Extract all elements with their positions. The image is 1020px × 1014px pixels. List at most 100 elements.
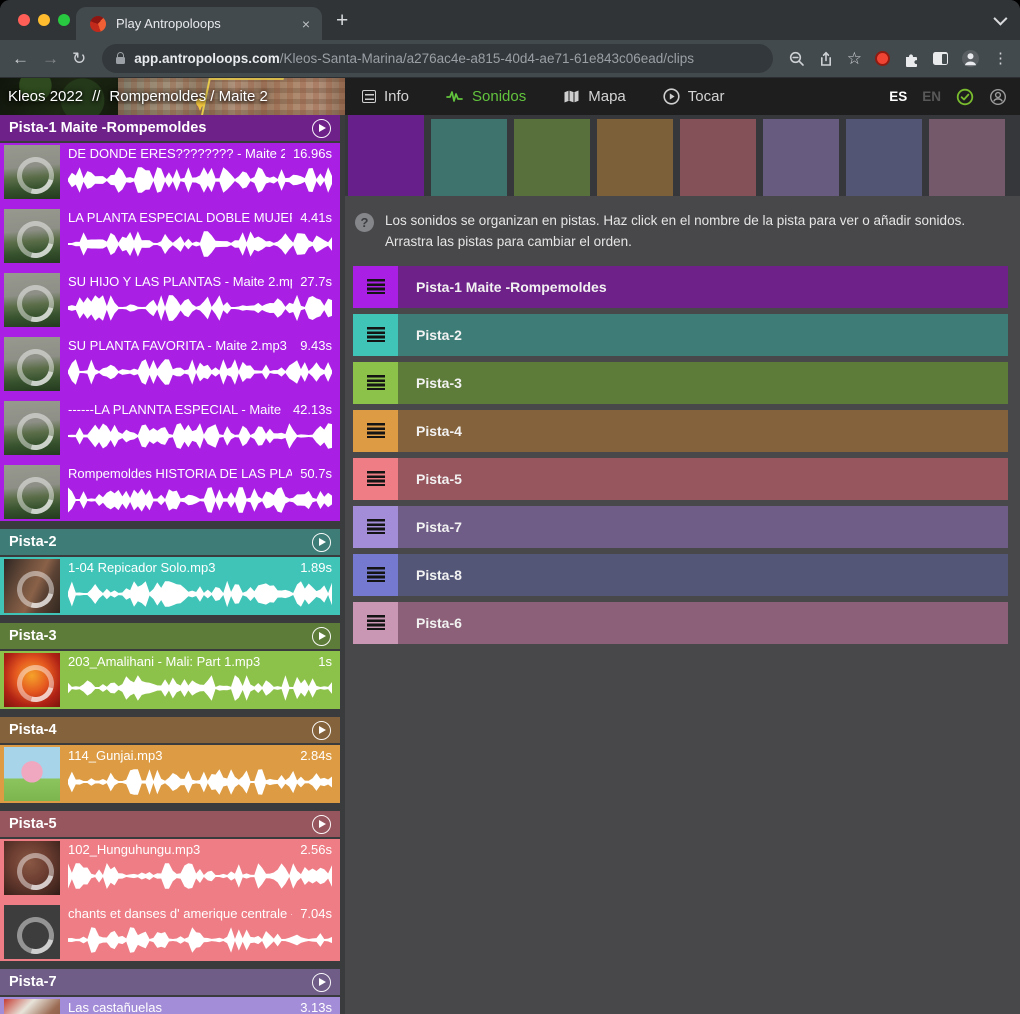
nav-mapa[interactable]: Mapa — [563, 88, 626, 105]
track-play-button[interactable] — [312, 973, 331, 992]
clip-row[interactable]: 102_Hunguhungu.mp3 2.56s — [0, 841, 340, 895]
tab-close-icon[interactable]: × — [300, 15, 312, 33]
track-row[interactable]: Pista-4 — [353, 410, 1008, 452]
clip-row[interactable]: SU HIJO Y LAS PLANTAS - Maite 2.mp3 27.7… — [0, 273, 340, 327]
zoom-out-icon[interactable] — [789, 51, 805, 67]
minimize-window-button[interactable] — [38, 14, 50, 26]
lang-en-button[interactable]: EN — [922, 89, 941, 104]
maximize-window-button[interactable] — [58, 14, 70, 26]
drag-handle[interactable] — [353, 554, 398, 596]
drag-handle[interactable] — [353, 458, 398, 500]
clip-title-row: SU PLANTA FAVORITA - Maite 2.mp3 9.43s — [68, 338, 332, 353]
drag-handle[interactable] — [353, 506, 398, 548]
track-play-button[interactable] — [312, 119, 331, 138]
track-bar[interactable]: Pista-4 — [398, 410, 1008, 452]
waveform — [68, 165, 332, 195]
drag-handle[interactable] — [353, 410, 398, 452]
clip-duration: 42.13s — [293, 402, 332, 417]
track-bar[interactable]: Pista-6 — [398, 602, 1008, 644]
track-bar[interactable]: Pista-1 Maite -Rompemoldes — [398, 266, 1008, 308]
clip-row[interactable]: 203_Amalihani - Mali: Part 1.mp3 1s — [0, 653, 340, 707]
track-row[interactable]: Pista-6 — [353, 602, 1008, 644]
record-indicator-icon[interactable] — [875, 51, 890, 66]
track-play-button[interactable] — [312, 533, 331, 552]
track-color-swatch[interactable] — [680, 119, 756, 196]
clip-row[interactable]: SU PLANTA FAVORITA - Maite 2.mp3 9.43s — [0, 337, 340, 391]
track-color-swatch[interactable] — [846, 119, 922, 196]
url-bar[interactable]: app.antropoloops.com/Kleos-Santa-Marina/… — [102, 44, 773, 73]
clip-title-row: 114_Gunjai.mp3 2.84s — [68, 748, 332, 763]
account-icon[interactable] — [989, 88, 1007, 106]
track-row[interactable]: Pista-7 — [353, 506, 1008, 548]
drag-handle[interactable] — [353, 266, 398, 308]
reload-button[interactable]: ↻ — [72, 50, 86, 67]
track-row[interactable]: Pista-8 — [353, 554, 1008, 596]
nav-sonidos[interactable]: Sonidos — [446, 88, 526, 105]
close-window-button[interactable] — [18, 14, 30, 26]
track-color-swatch[interactable] — [763, 119, 839, 196]
waveform — [68, 579, 332, 609]
track-play-button[interactable] — [312, 627, 331, 646]
track-bar[interactable]: Pista-5 — [398, 458, 1008, 500]
track-row[interactable]: Pista-2 — [353, 314, 1008, 356]
track-color-swatch[interactable] — [431, 119, 507, 196]
track-play-button[interactable] — [312, 815, 331, 834]
track-header[interactable]: Pista-5 — [0, 811, 340, 837]
clip-row[interactable]: Las castañuelas 3.13s — [0, 999, 340, 1014]
track-header[interactable]: Pista-7 — [0, 969, 340, 995]
bookmark-star-icon[interactable]: ☆ — [847, 50, 862, 67]
track-color-swatch[interactable] — [348, 115, 424, 196]
nav-tocar[interactable]: Tocar — [663, 88, 725, 105]
browser-menu-icon[interactable]: ⋮ — [993, 51, 1008, 66]
clip-row[interactable]: chants et danses d' amerique centrale - … — [0, 905, 340, 959]
traffic-lights — [18, 14, 70, 26]
track-bar[interactable]: Pista-2 — [398, 314, 1008, 356]
tab-title: Play Antropoloops — [116, 16, 300, 31]
clip-row[interactable]: Rompemoldes HISTORIA DE LAS PLANTAS... 5… — [0, 465, 340, 519]
track-play-button[interactable] — [312, 721, 331, 740]
track-color-swatch[interactable] — [929, 119, 1005, 196]
clip-duration: 2.84s — [300, 748, 332, 763]
profile-avatar[interactable] — [961, 49, 980, 68]
track-header[interactable]: Pista-1 Maite -Rompemoldes — [0, 115, 340, 141]
forward-button[interactable]: → — [42, 50, 59, 67]
track-bar[interactable]: Pista-3 — [398, 362, 1008, 404]
breadcrumb[interactable]: Kleos 2022 // Rompemoldes / Maite 2 — [0, 78, 345, 115]
track-header[interactable]: Pista-2 — [0, 529, 340, 555]
extensions-puzzle-icon[interactable] — [903, 50, 920, 67]
track-header[interactable]: Pista-3 — [0, 623, 340, 649]
track-color-swatch[interactable] — [514, 119, 590, 196]
track-header[interactable]: Pista-4 — [0, 717, 340, 743]
track-row[interactable]: Pista-3 — [353, 362, 1008, 404]
clip-list: 114_Gunjai.mp3 2.84s — [0, 745, 340, 803]
waveform — [68, 861, 332, 891]
lang-es-button[interactable]: ES — [889, 89, 907, 104]
breadcrumb-project[interactable]: Kleos 2022 — [8, 88, 83, 105]
track-row[interactable]: Pista-5 — [353, 458, 1008, 500]
drag-handle[interactable] — [353, 602, 398, 644]
clip-list: 102_Hunguhungu.mp3 2.56s chants et danse… — [0, 839, 340, 961]
side-panel-icon[interactable] — [933, 52, 948, 65]
track-name: Pista-7 — [416, 519, 462, 535]
drag-handle[interactable] — [353, 314, 398, 356]
clip-row[interactable]: ------LA PLANNTA ESPECIAL - Maite 2.mp3 … — [0, 401, 340, 455]
clip-row[interactable]: 1-04 Repicador Solo.mp3 1.89s — [0, 559, 340, 613]
clip-row[interactable]: 114_Gunjai.mp3 2.84s — [0, 747, 340, 801]
track-row[interactable]: Pista-1 Maite -Rompemoldes — [353, 266, 1008, 308]
back-button[interactable]: ← — [12, 50, 29, 67]
clip-list: 1-04 Repicador Solo.mp3 1.89s — [0, 557, 340, 615]
track-bar[interactable]: Pista-7 — [398, 506, 1008, 548]
drag-handle[interactable] — [353, 362, 398, 404]
share-icon[interactable] — [818, 51, 834, 67]
browser-tab[interactable]: Play Antropoloops × — [76, 7, 322, 40]
app-body: Pista-1 Maite -Rompemoldes DE DONDE ERES… — [0, 115, 1020, 1014]
clip-row[interactable]: LA PLANTA ESPECIAL DOBLE MUJER - Mai... … — [0, 209, 340, 263]
tab-search-chevron-icon[interactable] — [993, 12, 1007, 26]
new-tab-button[interactable]: + — [336, 9, 348, 33]
tab-strip: Play Antropoloops × + — [0, 0, 1020, 40]
track-bar[interactable]: Pista-8 — [398, 554, 1008, 596]
nav-info[interactable]: Info — [362, 88, 409, 105]
clip-row[interactable]: DE DONDE ERES???????? - Maite 2.mp3 16.9… — [0, 145, 340, 199]
clip-title: 114_Gunjai.mp3 — [68, 748, 292, 763]
track-color-swatch[interactable] — [597, 119, 673, 196]
